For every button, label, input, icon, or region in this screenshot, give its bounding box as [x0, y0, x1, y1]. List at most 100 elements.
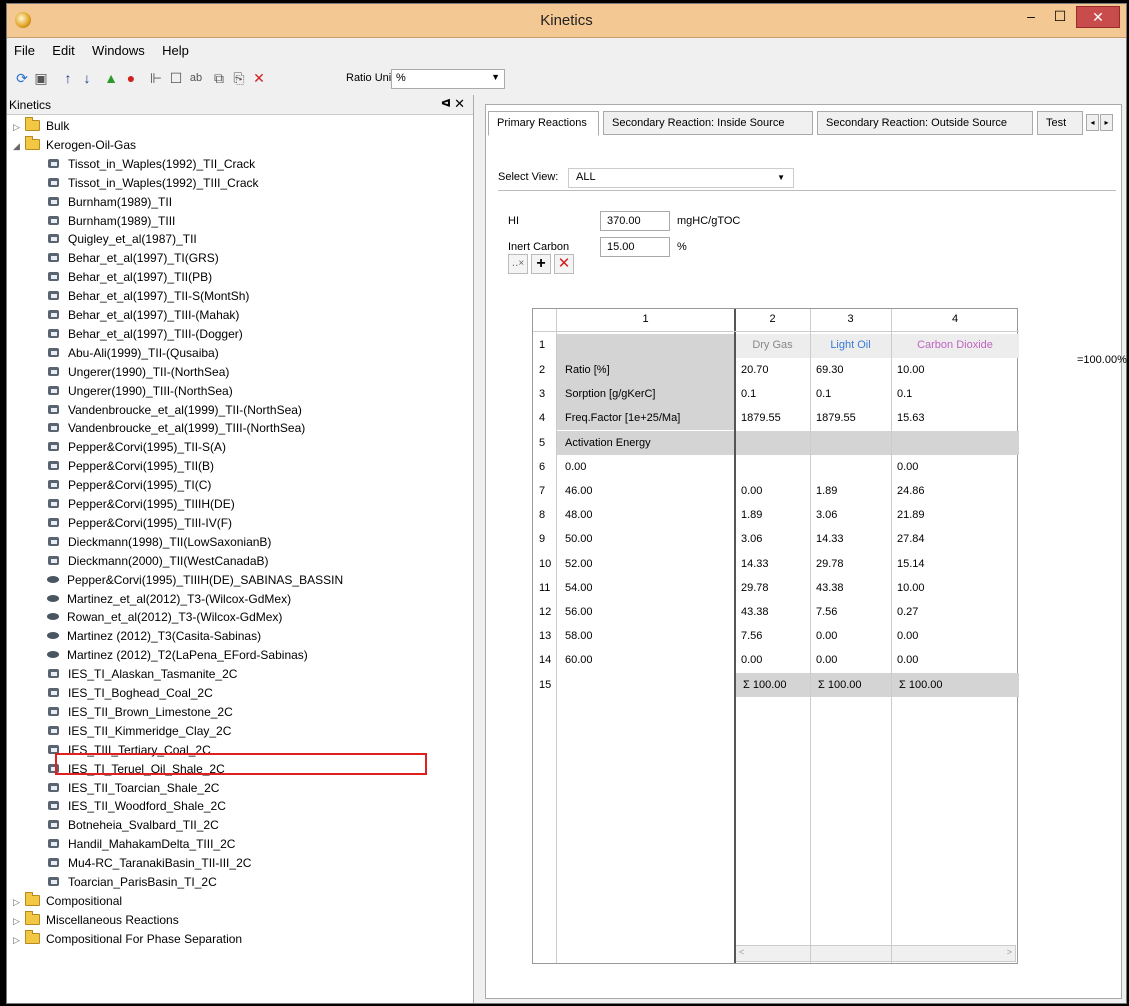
panel-close-icon[interactable]: ✕	[454, 96, 465, 112]
delete-row-button[interactable]: ✕	[554, 254, 574, 274]
tree-item[interactable]: IES_TI_Alaskan_Tasmanite_2C	[47, 666, 237, 683]
fraction-value[interactable]: 7.56	[812, 606, 837, 618]
tab-secondary-inside[interactable]: Secondary Reaction: Inside Source	[603, 111, 813, 135]
param-value[interactable]: 1879.55	[737, 412, 781, 424]
tree-item[interactable]: Mu4-RC_TaranakiBasin_TII-III_2C	[47, 855, 251, 872]
tree-item[interactable]: IES_TI_Boghead_Coal_2C	[47, 685, 213, 702]
activation-energy-value[interactable]: 54.00	[561, 582, 593, 594]
fraction-value[interactable]: 0.00	[737, 654, 762, 666]
activation-energy-value[interactable]: 46.00	[561, 485, 593, 497]
select-view-dropdown[interactable]: ALL ▼	[568, 168, 794, 188]
inert-carbon-input[interactable]: 15.00	[600, 237, 670, 257]
tree-item[interactable]: IES_TII_Toarcian_Shale_2C	[47, 780, 219, 797]
fraction-value[interactable]: 0.00	[737, 485, 762, 497]
param-value[interactable]: 0.1	[812, 388, 831, 400]
rename-icon[interactable]: ab	[187, 69, 205, 87]
fraction-value[interactable]: 7.56	[737, 630, 762, 642]
tree-item[interactable]: Pepper&Corvi(1995)_TIIIH(DE)	[47, 496, 235, 513]
fraction-value[interactable]: 0.27	[893, 606, 918, 618]
tree-item[interactable]: Vandenbroucke_et_al(1999)_TII-(NorthSea)	[47, 402, 302, 419]
tree-item[interactable]: Pepper&Corvi(1995)_TII(B)	[47, 458, 214, 475]
ratio-unit-select[interactable]: % ▼	[391, 69, 505, 89]
tree-item[interactable]: Behar_et_al(1997)_TI(GRS)	[47, 250, 219, 267]
tree-item[interactable]: Abu-Ali(1999)_TII-(Qusaiba)	[47, 345, 219, 362]
activation-energy-value[interactable]: 50.00	[561, 533, 593, 545]
tree-item[interactable]: Tissot_in_Waples(1992)_TII_Crack	[47, 156, 255, 173]
run-icon[interactable]: ⟳	[13, 69, 31, 87]
menu-help[interactable]: Help	[155, 40, 196, 61]
param-value[interactable]: 0.1	[893, 388, 912, 400]
tree-item[interactable]: Behar_et_al(1997)_TII(PB)	[47, 269, 212, 286]
tree-item[interactable]: Burnham(1989)_TII	[47, 194, 172, 211]
tree-folder[interactable]: ▷ Bulk	[13, 117, 69, 135]
pin-icon[interactable]: ᐊ	[441, 97, 451, 110]
save-icon[interactable]: ▣	[32, 69, 50, 87]
activation-energy-value[interactable]: 48.00	[561, 509, 593, 521]
param-value[interactable]: 10.00	[893, 364, 925, 376]
tree-item[interactable]: Pepper&Corvi(1995)_TIII-IV(F)	[47, 515, 232, 532]
tree-folder[interactable]: ▷ Miscellaneous Reactions	[13, 910, 179, 930]
tree-item[interactable]: Quigley_et_al(1987)_TII	[47, 231, 197, 248]
pie-chart-icon[interactable]: ●	[122, 69, 140, 87]
maximize-button[interactable]: ☐	[1047, 6, 1073, 28]
fraction-value[interactable]: 43.38	[737, 606, 769, 618]
fraction-value[interactable]: 3.06	[737, 533, 762, 545]
tree-item[interactable]: IES_TII_Brown_Limestone_2C	[47, 704, 233, 721]
fraction-value[interactable]: 0.00	[893, 654, 918, 666]
fraction-value[interactable]: 29.78	[812, 558, 844, 570]
param-value[interactable]: 15.63	[893, 412, 925, 424]
menu-file[interactable]: File	[7, 40, 42, 61]
tree-folder[interactable]: ▷ Compositional For Phase Separation	[13, 929, 242, 949]
tree-item[interactable]: Rowan_et_al(2012)_T3-(Wilcox-GdMex)	[47, 609, 282, 626]
fraction-value[interactable]: 1.89	[812, 485, 837, 497]
clear-button[interactable]: ‥×	[508, 254, 528, 274]
tree-item[interactable]: Martinez_et_al(2012)_T3-(Wilcox-GdMex)	[47, 591, 291, 608]
expand-icon[interactable]: ▷	[13, 913, 25, 930]
menu-edit[interactable]: Edit	[45, 40, 81, 61]
tree-item[interactable]: Vandenbroucke_et_al(1999)_TIII-(NorthSea…	[47, 420, 305, 437]
menu-windows[interactable]: Windows	[85, 40, 152, 61]
tree-item[interactable]: Behar_et_al(1997)_TII-S(MontSh)	[47, 288, 249, 305]
tree-item[interactable]: Pepper&Corvi(1995)_TI(C)	[47, 477, 211, 494]
param-value[interactable]: 20.70	[737, 364, 769, 376]
delete-icon[interactable]: ✕	[250, 69, 268, 87]
param-value[interactable]: 1879.55	[812, 412, 856, 424]
activation-energy-value[interactable]: 58.00	[561, 630, 593, 642]
add-row-button[interactable]: +	[531, 254, 551, 274]
fraction-value[interactable]: 14.33	[737, 558, 769, 570]
tree-item[interactable]: Tissot_in_Waples(1992)_TIII_Crack	[47, 175, 259, 192]
tree-item[interactable]: Toarcian_ParisBasin_TI_2C	[47, 874, 217, 891]
fraction-value[interactable]: 21.89	[893, 509, 925, 521]
new-document-icon[interactable]: ☐	[167, 69, 185, 87]
tree-item[interactable]: Pepper&Corvi(1995)_TII-S(A)	[47, 439, 226, 456]
expand-icon[interactable]: ▷	[13, 932, 25, 949]
tree-item[interactable]: IES_TII_Woodford_Shale_2C	[47, 798, 226, 815]
tree-folder[interactable]: ▷ Compositional	[13, 891, 122, 911]
triangle-plot-icon[interactable]: ▲	[102, 69, 120, 87]
copy-icon[interactable]: ⧉	[210, 69, 228, 87]
close-button[interactable]: ✕	[1076, 6, 1120, 28]
fraction-value[interactable]: 14.33	[812, 533, 844, 545]
param-value[interactable]: 69.30	[812, 364, 844, 376]
fraction-value[interactable]: 24.86	[893, 485, 925, 497]
scroll-right-icon[interactable]: >	[1007, 947, 1012, 957]
activation-energy-value[interactable]: 52.00	[561, 558, 593, 570]
tree-item[interactable]: Ungerer(1990)_TIII-(NorthSea)	[47, 383, 233, 400]
tree-item[interactable]: Dieckmann(2000)_TII(WestCanadaB)	[47, 553, 269, 570]
expand-icon[interactable]: ▷	[13, 894, 25, 911]
fraction-value[interactable]: 3.06	[812, 509, 837, 521]
fraction-value[interactable]: 27.84	[893, 533, 925, 545]
tab-primary-reactions[interactable]: Primary Reactions	[488, 111, 599, 136]
minimize-button[interactable]: –	[1019, 6, 1043, 28]
fraction-value[interactable]: 10.00	[893, 582, 925, 594]
tree-item[interactable]: Martinez (2012)_T3(Casita-Sabinas)	[47, 628, 261, 645]
scroll-left-icon[interactable]: <	[739, 947, 744, 957]
tree-item[interactable]: Dieckmann(1998)_TII(LowSaxonianB)	[47, 534, 271, 551]
tab-secondary-outside[interactable]: Secondary Reaction: Outside Source	[817, 111, 1033, 135]
activation-energy-value[interactable]: 0.00	[561, 461, 586, 473]
paste-icon[interactable]: ⎘	[230, 69, 248, 87]
move-down-icon[interactable]: ↓	[78, 69, 96, 87]
horizontal-scrollbar[interactable]: < >	[735, 945, 1016, 962]
tree-item[interactable]: Ungerer(1990)_TII-(NorthSea)	[47, 364, 229, 381]
activation-energy-value[interactable]: 56.00	[561, 606, 593, 618]
